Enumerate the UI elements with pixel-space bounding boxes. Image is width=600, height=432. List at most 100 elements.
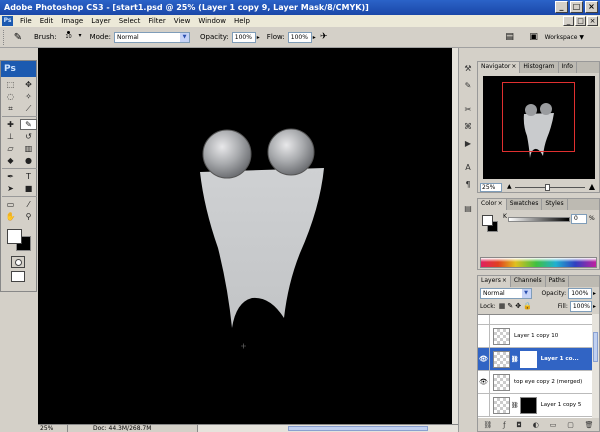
- blur-tool-icon[interactable]: ◆: [2, 155, 19, 166]
- zoom-tool-icon[interactable]: ⚲: [20, 211, 37, 222]
- close-button[interactable]: ×: [585, 1, 598, 13]
- tab-layers[interactable]: Layers×: [478, 276, 511, 287]
- lock-position-icon[interactable]: ✥: [515, 302, 521, 310]
- marquee-tool-icon[interactable]: ⬚: [2, 79, 19, 90]
- eyedropper-tool-icon[interactable]: ⁄: [20, 199, 37, 210]
- lock-pixels-icon[interactable]: ✎: [507, 302, 513, 310]
- tool-presets-icon[interactable]: ✎: [461, 78, 475, 92]
- type-tool-icon[interactable]: T: [20, 171, 37, 182]
- navigator-zoom-input[interactable]: 25%: [480, 182, 502, 192]
- brush-tool-icon[interactable]: ✎: [20, 119, 37, 130]
- doc-close-button[interactable]: ×: [587, 16, 598, 26]
- lock-all-icon[interactable]: 🔒: [523, 302, 532, 310]
- airbrush-icon[interactable]: ✈: [317, 30, 331, 44]
- foreground-color[interactable]: [7, 229, 22, 244]
- status-zoom[interactable]: 25%: [38, 425, 68, 432]
- document-canvas[interactable]: [38, 48, 458, 424]
- clone-source-icon[interactable]: ✂: [461, 102, 475, 116]
- menu-view[interactable]: View: [170, 17, 195, 25]
- layer-row[interactable]: ⛓ Layer 1 copy 5: [478, 394, 592, 417]
- adjustment-layer-icon[interactable]: ◐: [533, 421, 539, 429]
- workspace-menu[interactable]: Workspace ▼: [545, 34, 584, 41]
- blend-mode-select[interactable]: Normal ▼: [480, 288, 532, 299]
- path-selection-tool-icon[interactable]: ➤: [2, 183, 19, 194]
- notes-tool-icon[interactable]: ▭: [2, 199, 19, 210]
- tab-channels[interactable]: Channels: [511, 276, 546, 287]
- tab-info[interactable]: Info: [559, 62, 577, 73]
- navigator-view-box[interactable]: [502, 82, 575, 152]
- menu-image[interactable]: Image: [57, 17, 87, 25]
- tab-color[interactable]: Color×: [478, 199, 507, 210]
- maximize-button[interactable]: □: [570, 1, 583, 13]
- layer-comps-icon[interactable]: ▤: [461, 201, 475, 215]
- actions-panel-icon[interactable]: ▶: [461, 136, 475, 150]
- dodge-tool-icon[interactable]: ●: [20, 155, 37, 166]
- navigator-zoom-slider[interactable]: ▲ ▲: [505, 182, 595, 192]
- doc-restore-button[interactable]: □: [575, 16, 586, 26]
- minimize-button[interactable]: _: [555, 1, 568, 13]
- history-panel-icon[interactable]: ⌘: [461, 119, 475, 133]
- paragraph-panel-icon[interactable]: ¶: [461, 177, 475, 191]
- new-layer-icon[interactable]: ▢: [567, 421, 574, 429]
- delete-layer-icon[interactable]: 🗑: [585, 421, 594, 429]
- layer-mask-thumbnail[interactable]: [519, 396, 537, 414]
- flow-input[interactable]: 100%: [287, 31, 312, 43]
- healing-brush-tool-icon[interactable]: ✚: [2, 119, 19, 130]
- scrollbar-thumb[interactable]: [288, 426, 428, 431]
- tab-histogram[interactable]: Histogram: [520, 62, 559, 73]
- options-grip[interactable]: [3, 29, 6, 45]
- k-slider[interactable]: [508, 217, 570, 222]
- brush-picker[interactable]: 10 ▾: [60, 29, 82, 45]
- canvas-horizontal-scrollbar[interactable]: [198, 425, 458, 432]
- magic-wand-tool-icon[interactable]: ✧: [20, 91, 37, 102]
- lock-transparency-icon[interactable]: ▦: [499, 302, 506, 310]
- zoom-in-icon[interactable]: ▲: [589, 182, 595, 191]
- menu-help[interactable]: Help: [230, 17, 254, 25]
- link-layers-icon[interactable]: ⛓: [483, 421, 492, 429]
- flow-arrow-icon[interactable]: ▸: [313, 34, 316, 41]
- clone-stamp-tool-icon[interactable]: ⊥: [2, 131, 19, 142]
- menu-filter[interactable]: Filter: [144, 17, 169, 25]
- close-icon[interactable]: ×: [511, 63, 516, 70]
- history-brush-tool-icon[interactable]: ↺: [20, 131, 37, 142]
- bridge-icon[interactable]: ▣: [527, 30, 541, 44]
- link-chain-icon[interactable]: ⛓: [511, 356, 519, 363]
- brush-tool-preset-icon[interactable]: ✎: [8, 30, 28, 45]
- zoom-slider-knob[interactable]: [545, 183, 550, 191]
- brushes-panel-icon[interactable]: ⚒: [461, 61, 475, 75]
- layer-row[interactable]: 👁 top eye copy 2 (merged): [478, 371, 592, 394]
- layer-style-icon[interactable]: ƒ: [503, 421, 505, 429]
- shape-tool-icon[interactable]: ■: [20, 183, 37, 194]
- doc-minimize-button[interactable]: _: [563, 16, 574, 26]
- eye-icon[interactable]: 👁: [478, 371, 490, 393]
- palette-well-icon[interactable]: ▤: [503, 30, 517, 44]
- gradient-tool-icon[interactable]: ▥: [20, 143, 37, 154]
- menu-window[interactable]: Window: [194, 17, 230, 25]
- close-icon[interactable]: ×: [502, 277, 507, 284]
- zoom-out-icon[interactable]: ▲: [507, 183, 512, 190]
- eraser-tool-icon[interactable]: ▱: [2, 143, 19, 154]
- visibility-toggle[interactable]: [478, 394, 490, 416]
- tab-paths[interactable]: Paths: [546, 276, 569, 287]
- layers-scrollbar[interactable]: [592, 314, 599, 418]
- screen-mode-button[interactable]: [11, 271, 25, 282]
- lasso-tool-icon[interactable]: ◌: [2, 91, 19, 102]
- layer-mask-thumbnail[interactable]: [519, 350, 537, 368]
- color-foreground-swatch[interactable]: [482, 215, 493, 226]
- pen-tool-icon[interactable]: ✒: [2, 171, 19, 182]
- opacity-input[interactable]: 100%: [231, 31, 256, 43]
- add-mask-icon[interactable]: ◘: [516, 421, 522, 429]
- menu-select[interactable]: Select: [115, 17, 145, 25]
- menu-file[interactable]: File: [16, 17, 36, 25]
- menu-layer[interactable]: Layer: [87, 17, 115, 25]
- character-panel-icon[interactable]: A: [461, 160, 475, 174]
- close-icon[interactable]: ×: [498, 200, 503, 207]
- layer-opacity-input[interactable]: 100%: [568, 288, 592, 299]
- fill-input[interactable]: 100%: [569, 300, 592, 312]
- scrollbar-thumb[interactable]: [593, 332, 598, 362]
- new-group-icon[interactable]: ▭: [550, 421, 557, 429]
- layer-row-selected[interactable]: 👁 ⛓ Layer 1 co...: [478, 348, 592, 371]
- fill-arrow-icon[interactable]: ▸: [593, 303, 596, 310]
- move-tool-icon[interactable]: ✥: [20, 79, 37, 90]
- layer-row-partial[interactable]: [478, 315, 592, 325]
